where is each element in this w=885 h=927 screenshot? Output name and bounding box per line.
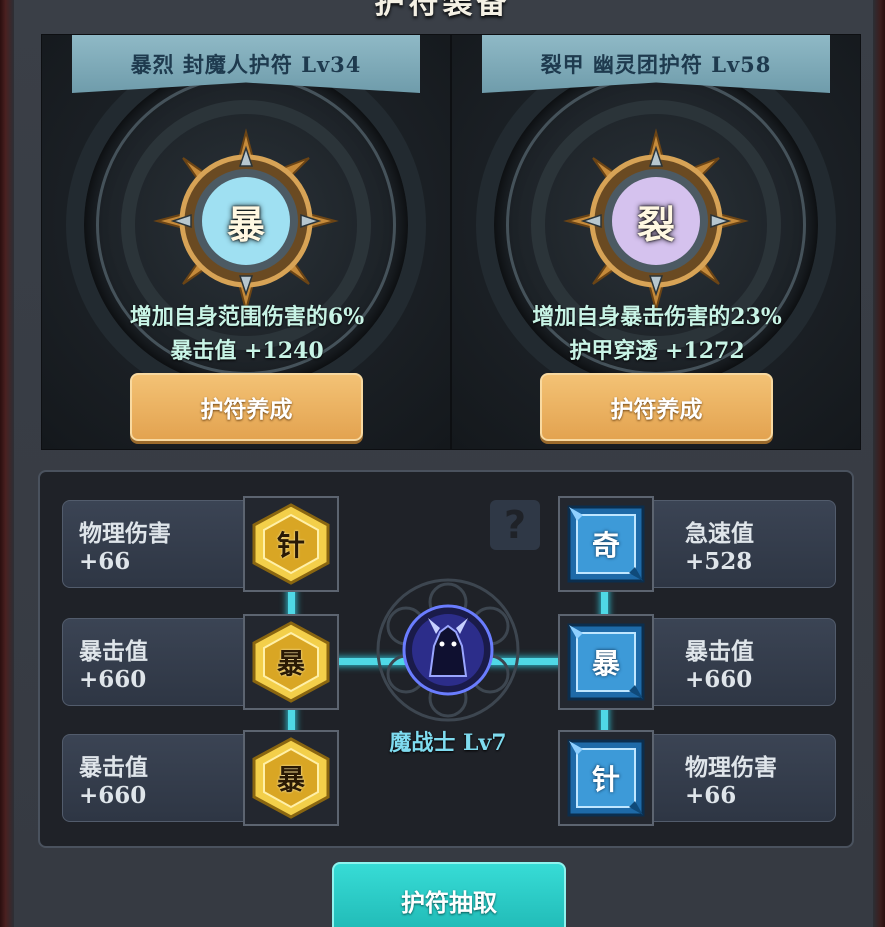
blue-rune-slot[interactable]: 暴	[558, 614, 654, 710]
gold-rune-slot[interactable]: 暴	[243, 730, 339, 826]
amulet-effect-text: 增加自身范围伤害的6%	[129, 304, 365, 330]
rune-glyph: 针	[276, 529, 305, 562]
amulet-draw-button[interactable]: 护符抽取	[332, 862, 566, 927]
warrior-portrait-icon[interactable]	[370, 572, 526, 728]
warrior-portrait-graphic	[376, 578, 520, 722]
rune-glyph: 奇	[591, 529, 620, 562]
amulet-upgrade-button[interactable]: 护符养成	[130, 373, 363, 441]
rune-glyph: 暴	[276, 763, 305, 796]
stat-label: 物理伤害 +66	[79, 519, 171, 575]
blue-rune-slot[interactable]: 奇	[558, 496, 654, 592]
question-icon[interactable]: ?	[490, 500, 540, 550]
rune-glyph: 针	[591, 763, 620, 796]
amulet-stat-text: 暴击值 +1240	[170, 338, 324, 364]
left-edge-decoration	[0, 0, 14, 927]
amulet-screen: 护符装备 暴烈 封魔人护符 Lv34 暴 增加自身范围伤害的6% 暴击值 +12…	[0, 0, 885, 927]
amulet-glyph: 暴	[226, 201, 265, 247]
stat-label: 物理伤害 +66	[685, 753, 777, 809]
amulet-card-right: 裂甲 幽灵团护符 Lv58 裂 增加自身暴击伤害的23% 护甲穿透 +1272 …	[451, 34, 861, 450]
bonus-stat-board: 物理伤害 +66 暴击值 +660 暴击值 +660 针 暴 暴 ? 魔战士 L…	[38, 470, 854, 848]
gold-rune-slot[interactable]: 针	[243, 496, 339, 592]
amulet-emblem-icon[interactable]: 裂	[561, 126, 751, 316]
gold-rune-slot[interactable]: 暴	[243, 614, 339, 710]
stat-label: 急速值 +528	[685, 519, 754, 575]
blue-rune-slot[interactable]: 针	[558, 730, 654, 826]
amulet-emblem-icon[interactable]: 暴	[151, 126, 341, 316]
amulet-stat-text: 护甲穿透 +1272	[569, 338, 745, 364]
character-level-label: 魔战士 Lv7	[389, 730, 507, 756]
rune-glyph: 暴	[591, 647, 620, 680]
stat-label: 暴击值 +660	[685, 637, 754, 693]
amulet-upgrade-button[interactable]: 护符养成	[540, 373, 773, 441]
rune-glyph: 暴	[276, 647, 305, 680]
page-title: 护符装备	[374, 0, 511, 21]
right-edge-decoration	[873, 0, 885, 927]
amulet-glyph: 裂	[636, 201, 675, 247]
amulet-card-left: 暴烈 封魔人护符 Lv34 暴 增加自身范围伤害的6% 暴击值 +1240 护符…	[41, 34, 451, 450]
amulet-effect-text: 增加自身暴击伤害的23%	[532, 304, 782, 330]
stat-label: 暴击值 +660	[79, 753, 148, 809]
stat-label: 暴击值 +660	[79, 637, 148, 693]
